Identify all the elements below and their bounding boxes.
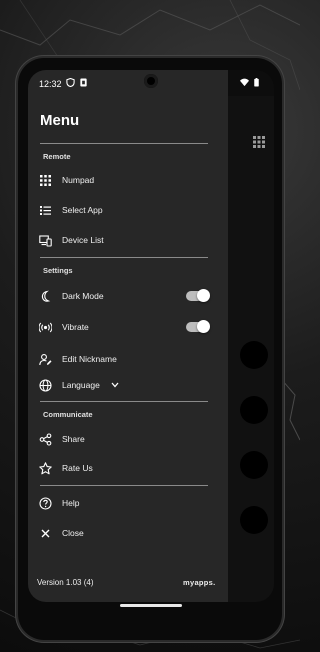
globe-icon — [39, 379, 52, 392]
app-version: Version 1.03 (4) — [37, 578, 94, 587]
menu-item-label: Select App — [62, 205, 103, 215]
toggle-knob — [197, 320, 210, 333]
close-icon — [41, 529, 50, 538]
front-camera — [144, 74, 158, 88]
divider — [40, 485, 208, 486]
menu-item-label: Dark Mode — [62, 291, 104, 301]
brand-logo: myapps. — [183, 578, 216, 587]
devices-icon — [39, 235, 52, 247]
menu-item-label: Device List — [62, 235, 104, 245]
menu-item-label: Language — [62, 380, 100, 390]
navigation-drawer: 12:32 Menu Remote Numpad Select App Devi… — [28, 70, 259, 602]
section-header-settings: Settings — [43, 266, 73, 275]
menu-item-label: Help — [62, 498, 80, 508]
section-header-remote: Remote — [43, 152, 71, 161]
battery-icon — [254, 78, 259, 87]
shield-icon — [66, 78, 75, 87]
remote-button[interactable] — [240, 341, 268, 369]
remote-button[interactable] — [240, 396, 268, 424]
menu-item-label: Edit Nickname — [62, 354, 117, 364]
sim-icon — [80, 78, 87, 87]
menu-title: Menu — [40, 112, 80, 129]
menu-item-vibrate[interactable]: Vibrate — [28, 315, 228, 339]
divider — [40, 401, 208, 402]
remote-button[interactable] — [240, 506, 268, 534]
menu-item-rate-us[interactable]: Rate Us — [28, 456, 228, 480]
menu-item-select-app[interactable]: Select App — [28, 198, 228, 222]
menu-item-dark-mode[interactable]: Dark Mode — [28, 284, 228, 308]
divider — [40, 257, 208, 258]
menu-item-label: Rate Us — [62, 463, 93, 473]
menu-item-label: Vibrate — [62, 322, 89, 332]
home-indicator[interactable] — [120, 604, 182, 607]
grid-icon[interactable] — [253, 136, 265, 148]
dark-mode-toggle[interactable] — [186, 289, 210, 302]
menu-item-share[interactable]: Share — [28, 427, 228, 451]
section-header-communicate: Communicate — [43, 410, 93, 419]
menu-item-help[interactable]: Help — [28, 491, 228, 515]
moon-icon — [41, 290, 51, 302]
edit-person-icon — [39, 354, 52, 366]
menu-item-numpad[interactable]: Numpad — [28, 168, 228, 192]
status-time: 12:32 — [39, 79, 62, 89]
numpad-icon — [40, 175, 51, 186]
menu-item-label: Numpad — [62, 175, 95, 185]
divider — [40, 143, 208, 144]
toggle-knob — [197, 289, 210, 302]
list-icon — [40, 206, 51, 215]
menu-item-device-list[interactable]: Device List — [28, 228, 228, 252]
vibrate-icon — [39, 322, 52, 333]
vibrate-toggle[interactable] — [186, 320, 210, 333]
wifi-icon — [240, 78, 249, 87]
star-icon — [39, 462, 52, 475]
menu-item-label: Share — [62, 434, 85, 444]
phone-screen: 12:32 Menu Remote Numpad Select App Devi… — [28, 70, 274, 602]
menu-item-close[interactable]: Close — [28, 521, 228, 545]
menu-item-edit-nickname[interactable]: Edit Nickname — [28, 347, 228, 371]
menu-item-language[interactable]: Language — [28, 373, 228, 397]
menu-item-label: Close — [62, 528, 84, 538]
share-icon — [39, 433, 52, 446]
app-background — [228, 96, 274, 602]
chevron-down-icon — [111, 382, 119, 388]
help-icon — [39, 497, 52, 510]
remote-button[interactable] — [240, 451, 268, 479]
